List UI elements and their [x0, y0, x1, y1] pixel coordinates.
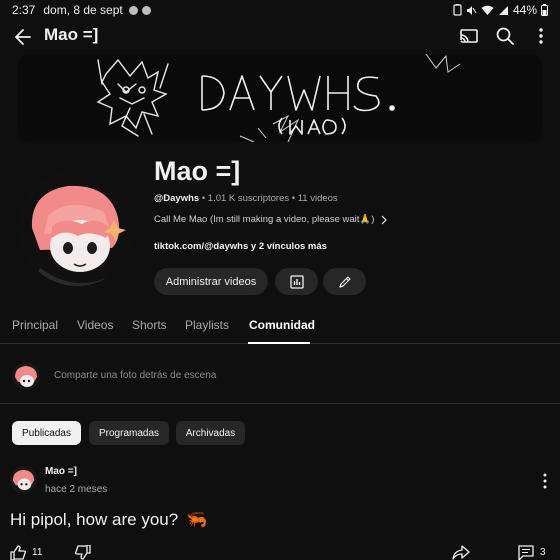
- mute-icon: [466, 5, 477, 15]
- cast-icon[interactable]: [458, 25, 480, 47]
- channel-description-text: Call Me Mao (Im still making a video, pl…: [154, 214, 375, 225]
- more-vert-icon[interactable]: [530, 25, 552, 47]
- signal-icon: [498, 5, 508, 15]
- analytics-button[interactable]: [275, 268, 318, 295]
- tab-principal[interactable]: Principal: [12, 318, 58, 332]
- post-author-avatar[interactable]: [10, 466, 37, 493]
- banner-art: [18, 54, 542, 142]
- battery-percent: 44%: [512, 3, 537, 17]
- chip-programadas[interactable]: Programadas: [89, 421, 169, 445]
- chip-publicadas[interactable]: Publicadas: [12, 421, 81, 445]
- manage-videos-button[interactable]: Administrar videos: [154, 268, 268, 295]
- status-right: 44%: [453, 3, 548, 17]
- thumbs-down-icon[interactable]: [75, 545, 91, 560]
- tab-comunidad[interactable]: Comunidad: [249, 318, 315, 332]
- analytics-icon: [289, 274, 304, 289]
- community-post-composer[interactable]: Comparte una foto detrás de escena: [54, 370, 216, 381]
- post-actions: 11 3: [0, 542, 560, 560]
- subscriber-count: 1.01 K suscriptores: [207, 193, 290, 204]
- wifi-icon: [481, 5, 494, 15]
- post-body: Hi pipol, how are you? 🦐: [10, 510, 207, 530]
- divider: [0, 403, 560, 404]
- app-bar-actions: [458, 25, 552, 47]
- chevron-right-icon: [381, 215, 388, 224]
- active-tab-indicator: [248, 342, 310, 344]
- avatar-art: [18, 168, 136, 286]
- channel-description[interactable]: Call Me Mao (Im still making a video, pl…: [154, 214, 388, 225]
- post-more-icon[interactable]: [540, 472, 550, 490]
- search-icon[interactable]: [494, 25, 516, 47]
- post-timestamp: hace 2 meses: [45, 484, 108, 495]
- meta-separator: •: [291, 193, 296, 204]
- channel-avatar[interactable]: [18, 168, 136, 286]
- back-arrow-icon[interactable]: [12, 26, 34, 48]
- channel-meta: @Daywhs • 1.01 K suscriptores • 11 video…: [154, 193, 338, 204]
- manage-videos-label: Administrar videos: [165, 275, 257, 288]
- tab-shorts[interactable]: Shorts: [132, 318, 167, 332]
- status-bar: 2:37 dom, 8 de sept 44%: [0, 0, 560, 20]
- composer-avatar: [12, 362, 40, 390]
- tab-playlists[interactable]: Playlists: [185, 318, 229, 332]
- battery-saver-icon: [453, 4, 462, 16]
- channel-links[interactable]: tiktok.com/@daywhs y 2 vínculos más: [154, 241, 327, 252]
- status-time: 2:37: [12, 3, 36, 17]
- share-arrow-icon[interactable]: [452, 545, 470, 560]
- comment-count: 3: [540, 547, 546, 558]
- comment-icon[interactable]: [518, 545, 534, 560]
- edit-channel-button[interactable]: [323, 268, 366, 295]
- channel-handle[interactable]: @Daywhs: [154, 193, 199, 204]
- channel-name: Mao =]: [154, 156, 241, 186]
- app-bar-title: Mao =]: [44, 25, 99, 44]
- shrimp-emoji: 🦐: [186, 510, 208, 529]
- chip-archivadas[interactable]: Archivadas: [176, 421, 245, 445]
- thumbs-up-icon[interactable]: [10, 545, 26, 560]
- app-bar: Mao =]: [0, 22, 560, 52]
- post-author-name[interactable]: Mao =]: [45, 466, 77, 477]
- tab-videos[interactable]: Videos: [77, 318, 113, 332]
- like-count: 11: [32, 547, 43, 558]
- video-count: 11 videos: [297, 193, 338, 204]
- notification-dot-icon: [128, 5, 138, 15]
- channel-tabs: Principal Videos Shorts Playlists Comuni…: [0, 312, 560, 344]
- notification-dot-icon: [141, 5, 151, 15]
- post-text: Hi pipol, how are you?: [10, 510, 179, 529]
- pencil-icon: [338, 275, 351, 288]
- meta-separator: •: [201, 193, 206, 204]
- battery-icon: [541, 4, 548, 16]
- status-date: dom, 8 de sept: [43, 3, 123, 17]
- channel-banner[interactable]: [18, 54, 542, 142]
